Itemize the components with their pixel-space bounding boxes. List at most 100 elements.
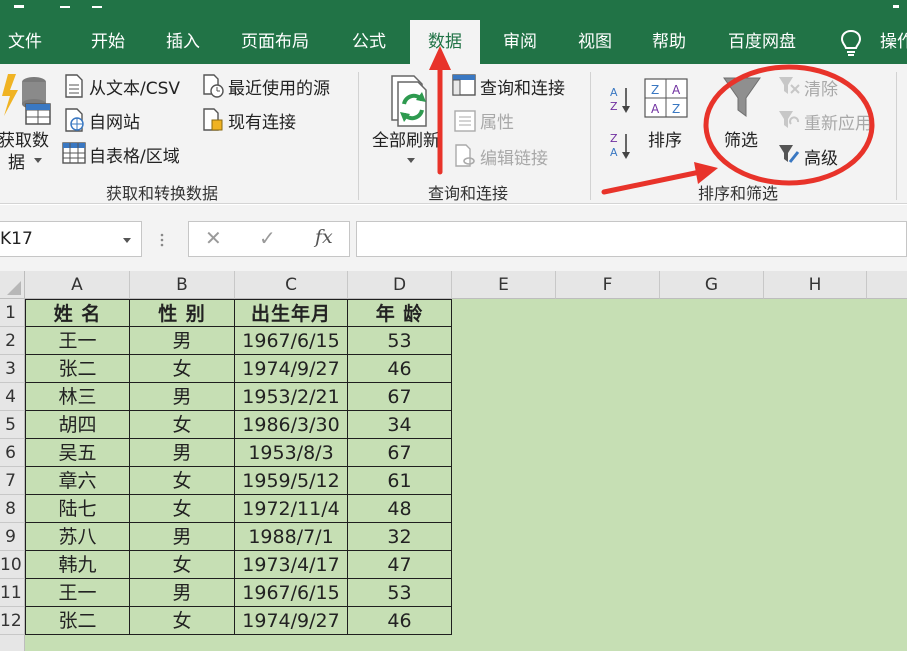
table-cell[interactable]: 女 bbox=[130, 607, 235, 635]
row-header[interactable]: 3 bbox=[0, 355, 25, 383]
reapply-button[interactable]: 重新应用 bbox=[804, 109, 872, 134]
name-box[interactable]: K17 bbox=[0, 221, 142, 257]
get-data-label-2[interactable]: 据 bbox=[8, 148, 25, 173]
table-cell[interactable]: 48 bbox=[348, 495, 452, 523]
table-cell[interactable]: 张二 bbox=[25, 355, 130, 383]
table-cell[interactable]: 苏八 bbox=[25, 523, 130, 551]
table-cell[interactable]: 67 bbox=[348, 383, 452, 411]
table-cell[interactable]: 53 bbox=[348, 579, 452, 607]
row-header[interactable] bbox=[0, 635, 25, 651]
table-cell[interactable]: 1967/6/15 bbox=[235, 327, 348, 355]
queries-connections-button[interactable]: 查询和连接 bbox=[480, 74, 565, 99]
table-cell[interactable]: 1959/5/12 bbox=[235, 467, 348, 495]
from-text-csv-button[interactable]: 从文本/CSV bbox=[89, 74, 180, 99]
table-cell[interactable]: 1973/4/17 bbox=[235, 551, 348, 579]
table-cell[interactable]: 男 bbox=[130, 383, 235, 411]
window-control-icon[interactable] bbox=[893, 0, 899, 8]
table-cell[interactable]: 男 bbox=[130, 523, 235, 551]
from-table-button[interactable]: 自表格/区域 bbox=[89, 142, 180, 167]
table-cell[interactable]: 男 bbox=[130, 579, 235, 607]
row-header[interactable]: 4 bbox=[0, 383, 25, 411]
table-cell[interactable]: 67 bbox=[348, 439, 452, 467]
redo-icon[interactable] bbox=[92, 0, 102, 8]
table-cell[interactable]: 61 bbox=[348, 467, 452, 495]
table-cell[interactable]: 女 bbox=[130, 411, 235, 439]
properties-button[interactable]: 属性 bbox=[480, 108, 514, 133]
tab-tell-me[interactable]: 操作 bbox=[880, 20, 907, 64]
tab-review[interactable]: 审阅 bbox=[503, 20, 537, 64]
row-header[interactable]: 10 bbox=[0, 551, 25, 579]
table-cell[interactable]: 男 bbox=[130, 327, 235, 355]
table-cell[interactable]: 1986/3/30 bbox=[235, 411, 348, 439]
undo-icon[interactable] bbox=[60, 0, 70, 8]
existing-connections-button[interactable]: 现有连接 bbox=[228, 108, 296, 133]
refresh-all-button[interactable]: 全部刷新 bbox=[372, 126, 440, 151]
cancel-icon[interactable]: ✕ bbox=[205, 226, 222, 250]
table-header-cell[interactable]: 姓 名 bbox=[25, 299, 130, 327]
sort-descending-icon[interactable]: Z A bbox=[608, 130, 632, 162]
quick-access-icon[interactable] bbox=[14, 0, 24, 8]
column-header-b[interactable]: B bbox=[130, 271, 235, 299]
chevron-down-icon[interactable] bbox=[123, 238, 131, 243]
sort-dialog-icon[interactable]: Z A A Z bbox=[644, 78, 688, 118]
table-cell[interactable]: 34 bbox=[348, 411, 452, 439]
tab-insert[interactable]: 插入 bbox=[166, 20, 200, 64]
recent-sources-button[interactable]: 最近使用的源 bbox=[228, 74, 330, 99]
table-cell[interactable]: 女 bbox=[130, 495, 235, 523]
tab-page-layout[interactable]: 页面布局 bbox=[241, 20, 309, 64]
filter-funnel-icon[interactable] bbox=[722, 76, 762, 120]
table-cell[interactable]: 章六 bbox=[25, 467, 130, 495]
column-header-e[interactable]: E bbox=[452, 271, 556, 299]
tab-data[interactable]: 数据 bbox=[410, 20, 480, 66]
lightbulb-icon[interactable] bbox=[840, 29, 862, 57]
table-cell[interactable]: 林三 bbox=[25, 383, 130, 411]
table-header-cell[interactable]: 性 别 bbox=[130, 299, 235, 327]
tab-formulas[interactable]: 公式 bbox=[352, 20, 386, 64]
row-header[interactable]: 11 bbox=[0, 579, 25, 607]
table-cell[interactable]: 女 bbox=[130, 551, 235, 579]
column-header-h[interactable]: H bbox=[764, 271, 867, 299]
insert-function-icon[interactable]: fx bbox=[315, 226, 333, 248]
row-header[interactable]: 9 bbox=[0, 523, 25, 551]
table-cell[interactable]: 1988/7/1 bbox=[235, 523, 348, 551]
formula-input[interactable] bbox=[356, 221, 907, 257]
row-header[interactable]: 6 bbox=[0, 439, 25, 467]
table-cell[interactable]: 1974/9/27 bbox=[235, 607, 348, 635]
advanced-button[interactable]: 高级 bbox=[804, 144, 838, 169]
enter-icon[interactable]: ✓ bbox=[259, 226, 276, 250]
tab-view[interactable]: 视图 bbox=[578, 20, 612, 64]
sort-ascending-icon[interactable]: A Z bbox=[608, 84, 632, 116]
tab-baidu-netdisk[interactable]: 百度网盘 bbox=[728, 20, 796, 64]
from-web-button[interactable]: 自网站 bbox=[89, 108, 140, 133]
select-all-corner[interactable] bbox=[0, 271, 25, 299]
worksheet-grid[interactable]: A B C D E F G H 1姓 名性 别出生年月年 龄 2 王一男 1967/6… bbox=[0, 271, 907, 651]
row-header[interactable]: 1 bbox=[0, 299, 25, 327]
table-cell[interactable]: 韩九 bbox=[25, 551, 130, 579]
table-cell[interactable]: 王一 bbox=[25, 579, 130, 607]
table-cell[interactable]: 女 bbox=[130, 355, 235, 383]
column-header-a[interactable]: A bbox=[25, 271, 130, 299]
table-cell[interactable]: 1974/9/27 bbox=[235, 355, 348, 383]
table-cell[interactable]: 32 bbox=[348, 523, 452, 551]
tab-home[interactable]: 开始 bbox=[91, 20, 125, 64]
table-cell[interactable]: 47 bbox=[348, 551, 452, 579]
table-header-cell[interactable]: 年 龄 bbox=[348, 299, 452, 327]
tab-help[interactable]: 帮助 bbox=[652, 20, 686, 64]
table-cell[interactable]: 1972/11/4 bbox=[235, 495, 348, 523]
sort-button[interactable]: 排序 bbox=[648, 126, 682, 151]
column-header-f[interactable]: F bbox=[556, 271, 660, 299]
column-header-c[interactable]: C bbox=[235, 271, 348, 299]
table-cell[interactable]: 1953/8/3 bbox=[235, 439, 348, 467]
tab-file[interactable]: 文件 bbox=[8, 20, 42, 64]
row-header[interactable]: 7 bbox=[0, 467, 25, 495]
table-cell[interactable]: 男 bbox=[130, 439, 235, 467]
table-cell[interactable]: 1953/2/21 bbox=[235, 383, 348, 411]
chevron-down-icon[interactable] bbox=[34, 158, 42, 163]
refresh-all-icon[interactable] bbox=[388, 74, 434, 128]
table-cell[interactable]: 1967/6/15 bbox=[235, 579, 348, 607]
table-header-cell[interactable]: 出生年月 bbox=[235, 299, 348, 327]
row-header[interactable]: 8 bbox=[0, 495, 25, 523]
edit-links-button[interactable]: 编辑链接 bbox=[480, 144, 548, 169]
table-cell[interactable]: 王一 bbox=[25, 327, 130, 355]
clear-button[interactable]: 清除 bbox=[804, 75, 838, 100]
